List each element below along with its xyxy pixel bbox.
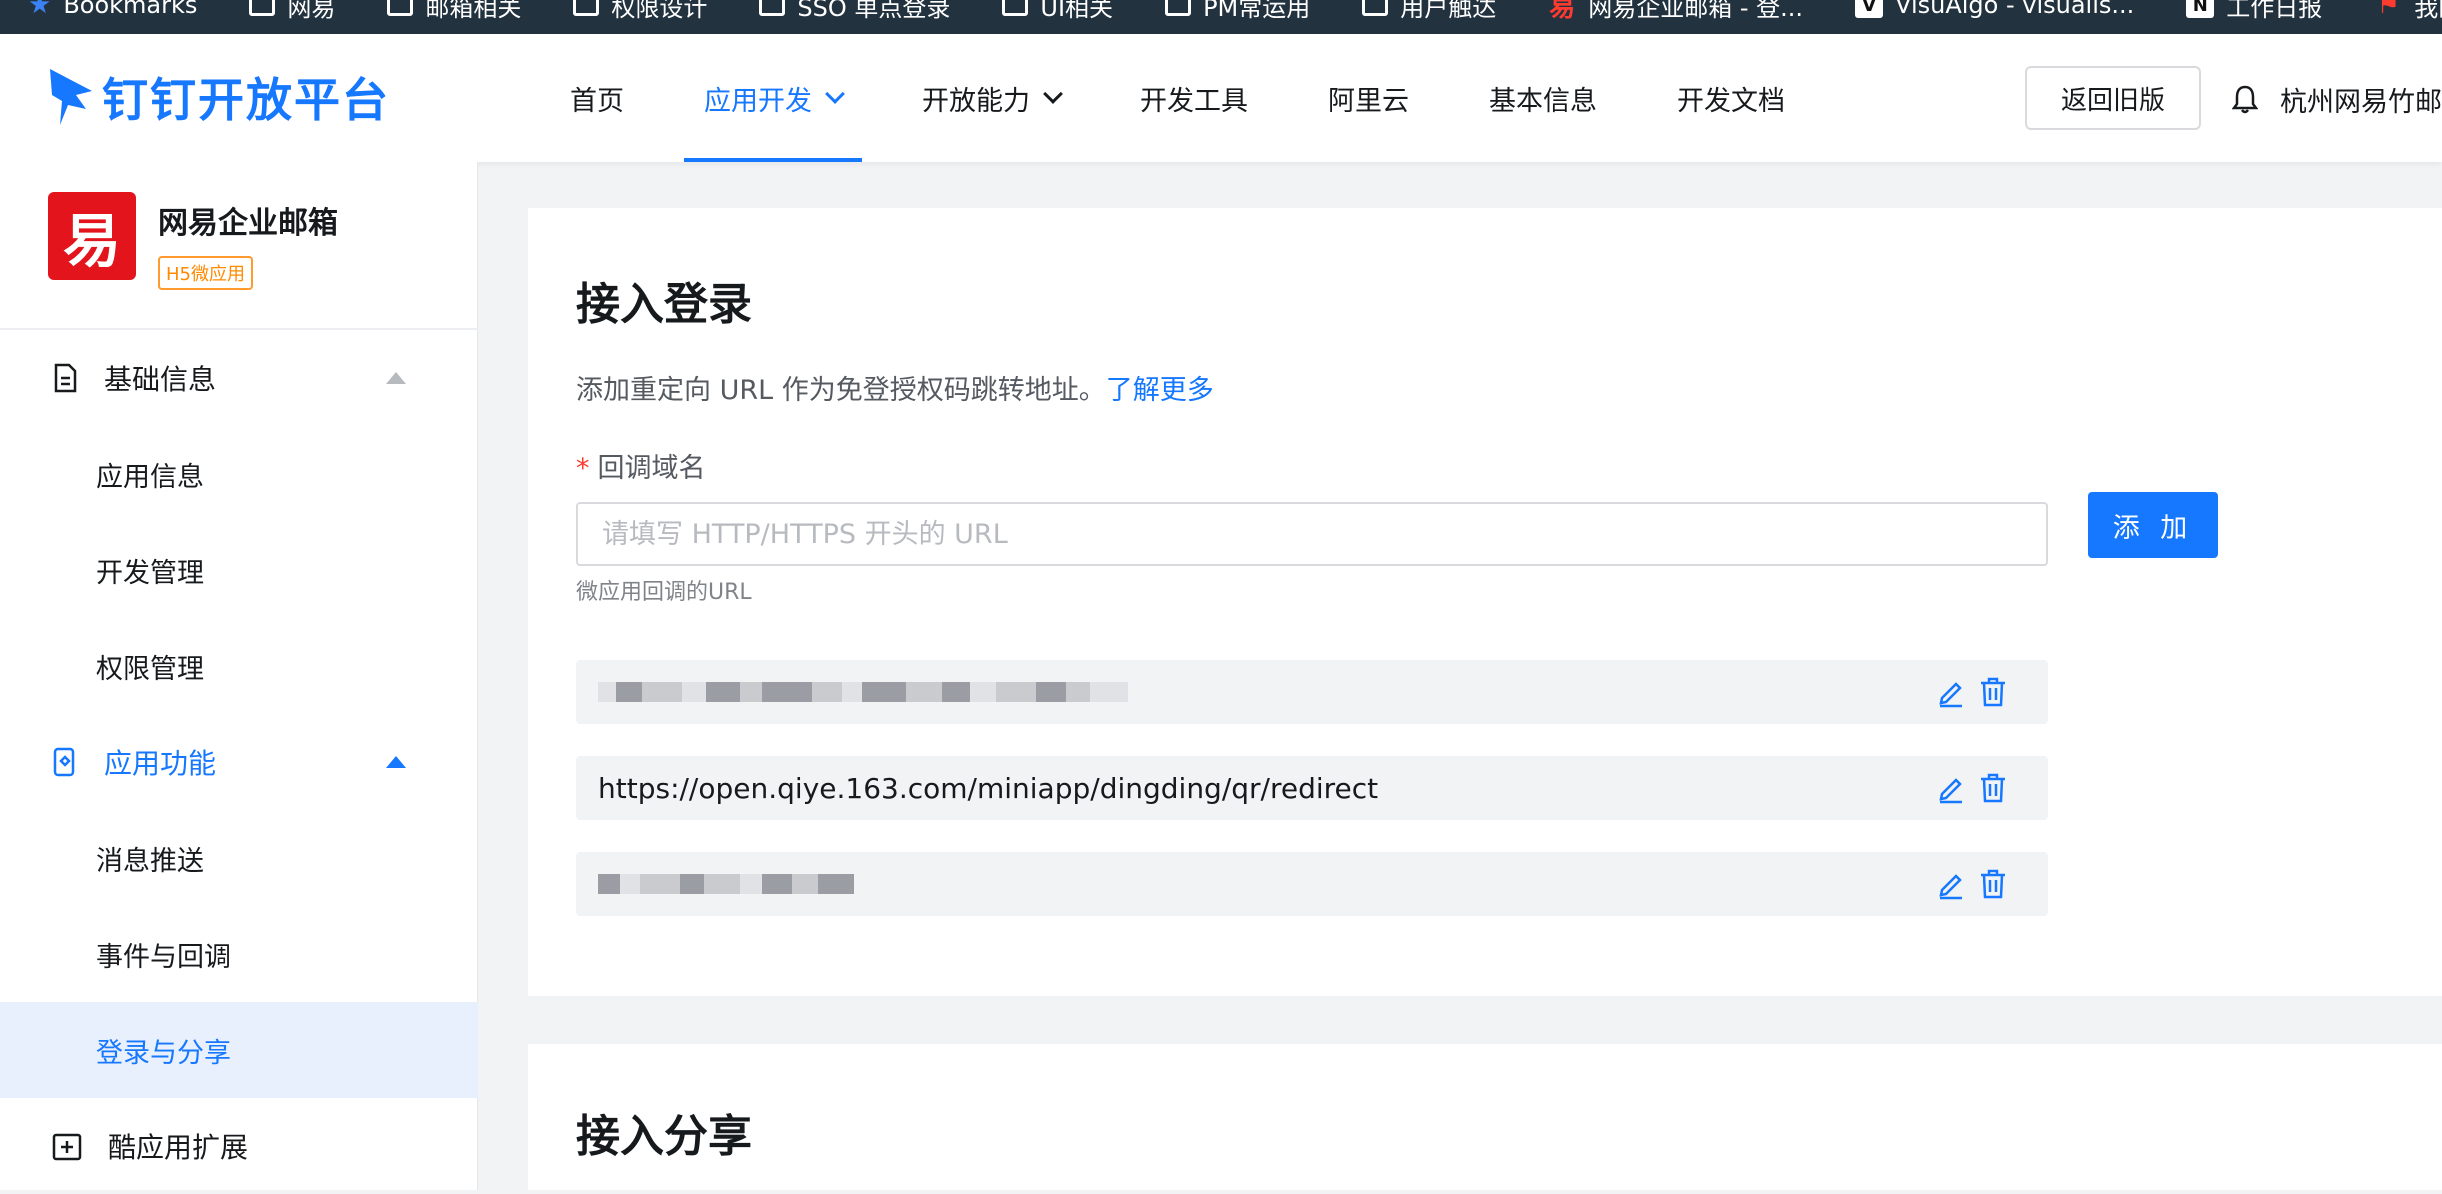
nav-aliyun[interactable]: 阿里云 xyxy=(1328,34,1409,162)
document-icon xyxy=(54,363,77,393)
nav-app-dev[interactable]: 应用开发 xyxy=(684,34,862,162)
notion-logo-icon: N xyxy=(2186,0,2215,18)
folder-icon xyxy=(1165,0,1192,16)
app-feature-icon xyxy=(53,747,75,777)
bookmarks-bar: ★ Bookmarks 网易 邮箱相关 权限设计 SSO 单点登录 UI相关 P… xyxy=(0,0,2442,34)
share-card: 接入分享 xyxy=(528,1044,2442,1190)
nav-home[interactable]: 首页 xyxy=(570,34,624,162)
url-list-item xyxy=(576,660,2048,724)
app-name: 网易企业邮箱 xyxy=(158,206,338,241)
flag-icon: ⚑ xyxy=(2376,0,2400,20)
sidebar-item-events-callbacks[interactable]: 事件与回调 xyxy=(0,906,478,1002)
callback-url-help: 微应用回调的URL xyxy=(576,580,752,605)
dingtalk-wing-icon xyxy=(50,69,92,125)
nav-dev-docs[interactable]: 开发文档 xyxy=(1677,34,1785,162)
folder-icon xyxy=(573,0,600,16)
bookmark-folder[interactable]: 邮箱相关 xyxy=(387,0,521,23)
edit-icon[interactable] xyxy=(1936,676,1966,708)
url-list-item: https://open.qiye.163.com/miniapp/dingdi… xyxy=(576,756,2048,820)
delete-icon[interactable] xyxy=(1978,868,2008,900)
sidebar-item-message-push[interactable]: 消息推送 xyxy=(0,810,478,906)
folder-icon xyxy=(1362,0,1389,16)
bookmark-folder[interactable]: 网易 xyxy=(249,0,335,23)
callback-url-input[interactable] xyxy=(576,502,2048,566)
star-icon: ★ xyxy=(28,0,52,20)
login-description: 添加重定向 URL 作为免登授权码跳转地址。了解更多 xyxy=(576,375,1214,406)
bell-icon[interactable] xyxy=(2232,84,2258,114)
chevron-down-icon xyxy=(825,84,845,104)
url-list-item xyxy=(576,852,2048,916)
plus-box-icon xyxy=(52,1133,82,1161)
bookmark-bookmarks[interactable]: ★ Bookmarks xyxy=(28,0,197,20)
back-to-old-version-button[interactable]: 返回旧版 xyxy=(2025,66,2201,130)
bookmark-my-notion[interactable]: ⚑ 我的Notion xyxy=(2374,0,2442,23)
url-value: https://open.qiye.163.com/miniapp/dingdi… xyxy=(598,771,1379,805)
bookmark-daily-report[interactable]: N 工作日报 xyxy=(2186,0,2322,23)
brand-logo[interactable]: 钉钉开放平台 xyxy=(46,64,390,130)
bookmark-folder[interactable]: 权限设计 xyxy=(573,0,707,23)
app-type-tag: H5微应用 xyxy=(158,256,253,290)
edit-icon[interactable] xyxy=(1936,772,1966,804)
sidebar-item-dev-manage[interactable]: 开发管理 xyxy=(0,522,478,618)
required-mark: * xyxy=(576,453,590,484)
sidebar-menu: 基础信息 应用信息 开发管理 权限管理 应用功能 消息推送 事件与回调 登录与分… xyxy=(0,330,478,1194)
section-title-login: 接入登录 xyxy=(576,279,752,330)
learn-more-link[interactable]: 了解更多 xyxy=(1106,375,1214,406)
delete-icon[interactable] xyxy=(1978,772,2008,804)
chevron-down-icon xyxy=(1043,84,1063,104)
bookmark-visualgo[interactable]: V VisuAlgo - visualis... xyxy=(1855,0,2134,19)
redacted-url xyxy=(598,682,1128,702)
folder-icon xyxy=(759,0,786,16)
redacted-url xyxy=(598,874,854,894)
folder-icon xyxy=(1002,0,1029,16)
brand-name: 钉钉开放平台 xyxy=(102,73,390,127)
bookmark-netease-mail[interactable]: 易 网易企业邮箱 - 登... xyxy=(1548,0,1803,23)
sidebar-item-permission-manage[interactable]: 权限管理 xyxy=(0,618,478,714)
bookmark-folder[interactable]: SSO 单点登录 xyxy=(759,0,950,23)
main-nav: 首页 应用开发 开放能力 开发工具 阿里云 基本信息 开发文档 xyxy=(570,34,1865,162)
nav-basic-info[interactable]: 基本信息 xyxy=(1489,34,1597,162)
sidebar-group-basic-info[interactable]: 基础信息 xyxy=(0,330,478,426)
nav-dev-tools[interactable]: 开发工具 xyxy=(1140,34,1248,162)
callback-domain-label: * 回调域名 xyxy=(576,453,706,484)
org-name[interactable]: 杭州网易竹邮 xyxy=(2280,80,2442,119)
top-header: 钉钉开放平台 首页 应用开发 开放能力 开发工具 阿里云 基本信息 开发文档 返… xyxy=(0,34,2442,162)
app-card: 易 网易企业邮箱 H5微应用 xyxy=(48,192,338,290)
visualgo-logo-icon: V xyxy=(1855,0,1884,18)
sidebar-item-login-share[interactable]: 登录与分享 xyxy=(0,1002,478,1098)
url-row-actions xyxy=(1936,676,2008,708)
sidebar-group-app-features[interactable]: 应用功能 xyxy=(0,714,478,810)
netease-logo-icon: 易 xyxy=(1549,0,1576,23)
sidebar-group-cool-app-extension[interactable]: 酷应用扩展 xyxy=(0,1098,478,1194)
add-url-button[interactable]: 添 加 xyxy=(2088,492,2218,558)
folder-icon xyxy=(249,0,276,16)
edit-icon[interactable] xyxy=(1936,868,1966,900)
collapse-arrow-icon xyxy=(386,372,406,384)
nav-open-capability[interactable]: 开放能力 xyxy=(922,34,1063,162)
delete-icon[interactable] xyxy=(1978,676,2008,708)
app-logo: 易 xyxy=(48,192,136,280)
bookmark-folder[interactable]: 用户触达 xyxy=(1362,0,1496,23)
url-row-actions xyxy=(1936,868,2008,900)
login-card: 接入登录 添加重定向 URL 作为免登授权码跳转地址。了解更多 *回调域名 添 … xyxy=(528,208,2442,996)
sidebar: 易 网易企业邮箱 H5微应用 基础信息 应用信息 开发管理 权限管理 应用功能 … xyxy=(0,162,478,1190)
bookmark-folder[interactable]: PM常运用 xyxy=(1165,0,1310,23)
bookmark-folder[interactable]: UI相关 xyxy=(1002,0,1113,23)
collapse-arrow-icon xyxy=(386,756,406,768)
section-title-share: 接入分享 xyxy=(576,1111,752,1162)
folder-icon xyxy=(387,0,414,16)
sidebar-item-app-info[interactable]: 应用信息 xyxy=(0,426,478,522)
url-row-actions xyxy=(1936,772,2008,804)
